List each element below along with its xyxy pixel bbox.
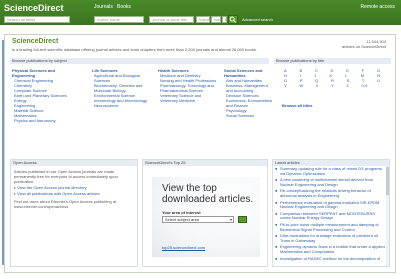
sciencedirect-logo[interactable]: ScienceDirect [4,3,64,13]
title-letter-index: A B C D E F G H I J K L M N O P Q R S T … [284,68,380,88]
bullet-icon: ● [275,199,278,205]
top25-promo-banner: View the top downloaded articles. Your a… [152,177,260,257]
select-value: Select subject area [165,217,200,222]
article-title[interactable]: Summary-updating rule for a class of mix… [280,166,382,176]
scrollbar-thumb[interactable] [386,167,389,195]
open-access-description: Articles published in our Open Access jo… [14,169,118,184]
bullet-icon: ● [275,255,278,261]
open-access-footer: Find out more about Elsevier's Open Acce… [14,199,117,209]
subject-heading[interactable]: Physical Sciences and Engineering [12,68,74,78]
letter-link[interactable]: U [377,78,380,83]
letter-link[interactable]: Y [331,83,334,88]
page-input[interactable]: Page [222,16,234,23]
go-button[interactable] [238,216,247,223]
letter-link[interactable]: X [316,83,319,88]
panel-heading: ScienceDirect's Top 25 [143,160,267,166]
subject-link[interactable]: Agricultural and Biological Sciences [94,73,154,83]
chevron-down-icon: ▾ [229,217,232,222]
article-link[interactable]: ● Comparison between SERPENT and MONTEBUR… [273,211,389,222]
top25-url-link[interactable]: top25.sciencedirect.com [162,245,205,250]
journal-title-input[interactable]: Journal or book title [149,16,194,23]
subject-link[interactable]: Pharmacology, Toxicology and Pharmaceuti… [160,83,220,93]
bullet-icon: ● [275,188,278,194]
author-name-input[interactable]: Author name [94,16,144,23]
subject-link[interactable]: Neuroscience [94,103,154,108]
area-of-interest-label: Your area of interest [162,210,201,215]
arrow-right-icon: ▸ [14,191,17,196]
bullet-icon: ● [275,221,278,227]
tab-books[interactable]: Books [117,4,131,10]
subject-area-select[interactable]: Select subject area ▾ [162,216,234,223]
bullet-icon: ● [275,233,278,239]
bullet-icon: ● [275,244,278,250]
subject-column-physical: Physical Sciences and Engineering Chemic… [12,68,74,123]
subject-heading[interactable]: Social Sciences and Humanities [224,68,272,78]
article-link[interactable]: ● Engineering dynamic flows in a bubble t… [273,244,389,255]
arrow-right-icon: ▸ [14,185,17,190]
article-title[interactable]: Performance evaluation of gamma irradiat… [280,200,379,210]
top-header-bar: ScienceDirect Journals Books Remote acce… [0,0,401,25]
subject-column-health: Health Sciences Medicine and Dentistry N… [158,68,220,103]
subject-column-social: Social Sciences and Humanities Arts and … [224,68,272,118]
subject-link[interactable]: Biochemistry, Genetics and Molecular Bio… [94,83,154,93]
advanced-search-link[interactable]: Advanced search [242,17,273,22]
article-count-label: articles on ScienceDirect [341,44,386,49]
browse-by-subject-header: Browse publications by subject [10,58,269,64]
article-link[interactable]: ● Dihe-modulation for drainage evaluation… [273,233,389,244]
bullet-icon: ● [275,177,278,183]
article-link[interactable]: ● Re-conceptualizing the relations drivin… [273,188,389,199]
letter-link[interactable]: Z [346,83,348,88]
open-access-panel: Open Access Articles published in our Op… [10,159,138,267]
bullet-icon: ● [275,210,278,216]
article-title[interactable]: A new clustering of multichannel stimuli… [280,177,373,187]
intro-title: ScienceDirect [12,38,59,45]
letter-row: V W X Y Z 0-9 [284,83,380,88]
article-link[interactable]: ● Summary-updating rule for a class of mi… [273,166,389,177]
search-button[interactable] [228,15,238,24]
article-title[interactable]: Dihe-modulation for drainage evaluation … [280,233,378,243]
letter-link[interactable]: 0-9 [362,83,368,88]
subject-link[interactable]: Veterinary Science and Veterinary Medici… [160,93,220,103]
intro-text: is a leading full-text scientific databa… [12,47,257,52]
subject-link[interactable]: Physics and Astronomy [14,118,74,123]
article-title[interactable]: Engineering dynamic flows in a bubble th… [280,244,385,254]
article-title[interactable]: Comparison between SERPENT and MONTEBURN… [280,211,375,221]
tab-journals[interactable]: Journals [94,4,113,10]
browse-all-titles-link[interactable]: Browse all titles [282,103,312,108]
link-label[interactable]: View all publications with Open Access a… [17,191,100,196]
letter-link[interactable]: W [299,83,303,88]
article-title[interactable]: Pit-to-pore noise multiple measurement a… [280,222,379,232]
volume-input[interactable]: Volume [196,16,212,23]
subject-link[interactable]: Social Sciences [226,113,272,118]
link-label[interactable]: View the Open Access journal directory [17,185,87,190]
article-link[interactable]: ● Performance evaluation of gamma irradia… [273,200,389,211]
latest-articles-panel: Latest articles ● Summary-updating rule f… [272,159,390,267]
subject-link[interactable]: Business, Management and Accounting [226,83,272,93]
article-link[interactable]: ● Investigation of RADEC method for the d… [273,256,389,263]
remote-access-link[interactable]: Remote access [361,4,395,10]
article-title[interactable]: Re-conceptualizing the relations driving… [280,188,371,198]
subject-column-life: Life Sciences Agricultural and Biologica… [92,68,154,108]
search-all-fields-input[interactable]: Search all fields [4,16,70,23]
article-link[interactable]: ● A new clustering of multichannel stimul… [273,177,389,188]
browse-by-title-header: Browse publications by title [274,58,391,64]
letter-link[interactable]: V [284,83,287,88]
issue-input[interactable]: Issue [211,16,224,23]
subject-link[interactable]: Economics, Econometrics and Finance [226,98,272,108]
article-link[interactable]: ● Pit-to-pore noise multiple measurement … [273,222,389,233]
search-icon [229,16,237,23]
promo-title: View the top downloaded articles. [162,183,254,205]
bullet-icon: ● [275,166,278,171]
article-title[interactable]: Investigation of RADEC method for the de… [280,256,380,261]
